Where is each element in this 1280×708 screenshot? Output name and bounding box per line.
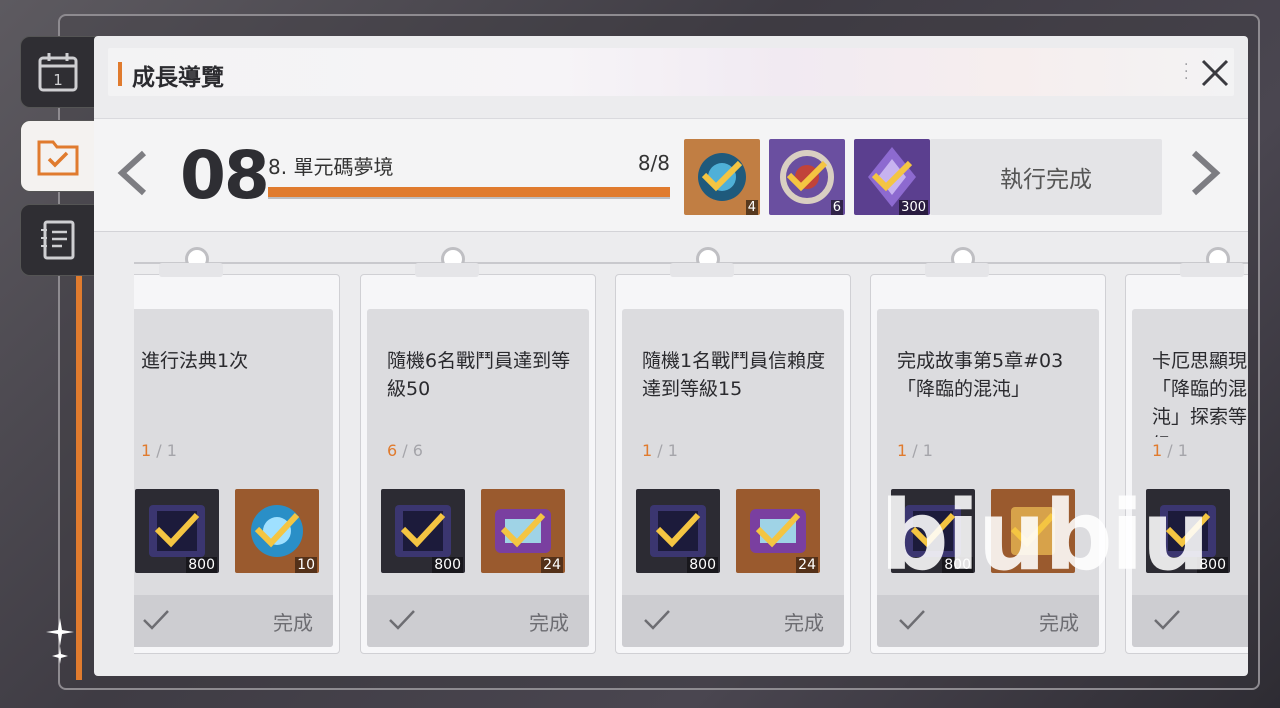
check-icon	[154, 512, 200, 548]
check-icon	[389, 610, 415, 630]
stage-name: 8. 單元碼夢境	[268, 155, 394, 179]
stage-reward-3[interactable]: 300	[854, 139, 930, 215]
check-icon	[786, 160, 828, 192]
check-icon	[655, 512, 701, 548]
check-icon	[143, 610, 169, 630]
mission-card[interactable]: 進行法典1次 1 / 1 800 10 完成	[134, 247, 340, 654]
mission-reward[interactable]: 24	[481, 489, 565, 573]
mission-reward[interactable]: 800	[636, 489, 720, 573]
mission-description: 隨機6名戰鬥員達到等級50	[387, 350, 571, 400]
mission-description: 隨機1名戰鬥員信賴度達到等級15	[642, 350, 826, 400]
stage-progress-bar	[268, 187, 670, 199]
check-icon	[755, 512, 801, 548]
reward-count: 800	[432, 557, 463, 573]
side-tab-notes[interactable]	[20, 204, 96, 276]
reward-count: 24	[541, 557, 563, 573]
mission-card[interactable]: 隨機1名戰鬥員信賴度達到等級15 1 / 1 800 24 完成	[615, 247, 851, 654]
svg-text:1: 1	[53, 71, 63, 89]
mission-done-label: 完成	[273, 611, 313, 635]
check-icon	[1154, 610, 1180, 630]
reward-count: 800	[186, 557, 217, 573]
reward-count: 4	[745, 200, 758, 215]
mission-progress: 1 / 1	[1152, 441, 1188, 460]
page-title: 成長導覽	[132, 65, 224, 91]
execute-complete-status: 執行完成	[930, 139, 1162, 215]
mission-done-label: 完成	[529, 611, 569, 635]
title-accent	[118, 62, 122, 86]
title-bar: 成長導覽 · · ·	[108, 48, 1234, 96]
mission-card[interactable]: 卡厄思顯現「降臨的混沌」探索等級7 1 / 1 800	[1125, 247, 1248, 654]
mission-progress: 1 / 1	[897, 441, 933, 460]
chevron-left-icon	[117, 150, 147, 196]
mission-description: 進行法典1次	[141, 350, 249, 372]
mission-progress: 6 / 6	[387, 441, 423, 460]
next-stage-button[interactable]	[1188, 149, 1224, 209]
check-icon	[254, 512, 300, 548]
mission-description: 卡厄思顯現「降臨的混沌」探索等級7	[1152, 350, 1248, 437]
close-button[interactable]	[1198, 56, 1232, 90]
stage-reward-2[interactable]: 6	[769, 139, 845, 215]
notebook-icon	[41, 220, 75, 260]
calendar-icon: 1	[38, 53, 78, 92]
check-icon	[899, 610, 925, 630]
close-icon	[1201, 59, 1229, 87]
check-icon	[701, 160, 743, 192]
mission-progress: 1 / 1	[642, 441, 678, 460]
sparkle-icon	[46, 618, 74, 664]
stage-header: 08 8. 單元碼夢境 8/8 4 6 300 執行完成	[94, 118, 1248, 232]
check-icon	[871, 160, 913, 192]
check-icon	[500, 512, 546, 548]
reward-count: 800	[687, 557, 718, 573]
stage-reward-1[interactable]: 4	[684, 139, 760, 215]
side-tab-growth-guide[interactable]	[20, 120, 96, 192]
watermark: biubiu	[880, 480, 1210, 592]
check-icon	[644, 610, 670, 630]
side-tab-calendar[interactable]: 1	[20, 36, 96, 108]
more-dots-icon: · · ·	[1184, 57, 1189, 87]
mission-progress: 1 / 1	[141, 441, 177, 460]
mission-reward[interactable]: 800	[381, 489, 465, 573]
reward-count: 24	[796, 557, 818, 573]
stage-progress-text: 8/8	[637, 151, 670, 175]
prev-stage-button[interactable]	[114, 149, 150, 209]
check-icon	[400, 512, 446, 548]
checklist-folder-icon	[37, 140, 79, 176]
reward-count: 10	[295, 557, 317, 573]
mission-description: 完成故事第5章#03「降臨的混沌」	[897, 350, 1064, 400]
mission-done-label: 完成	[784, 611, 824, 635]
chevron-right-icon	[1191, 150, 1221, 196]
mission-card[interactable]: 隨機6名戰鬥員達到等級50 6 / 6 800 24 完成	[360, 247, 596, 654]
stage-number: 08	[180, 137, 270, 214]
mission-done-label: 完成	[1039, 611, 1079, 635]
mission-card-list[interactable]: 進行法典1次 1 / 1 800 10 完成 隨機6名戰鬥員達到等級50 6 /…	[134, 246, 1248, 676]
mission-card[interactable]: 完成故事第5章#03「降臨的混沌」 1 / 1 800 完成	[870, 247, 1106, 654]
mission-reward[interactable]: 800	[135, 489, 219, 573]
reward-count: 300	[899, 200, 928, 215]
reward-count: 6	[830, 200, 843, 215]
mission-reward[interactable]: 24	[736, 489, 820, 573]
mission-reward[interactable]: 10	[235, 489, 319, 573]
